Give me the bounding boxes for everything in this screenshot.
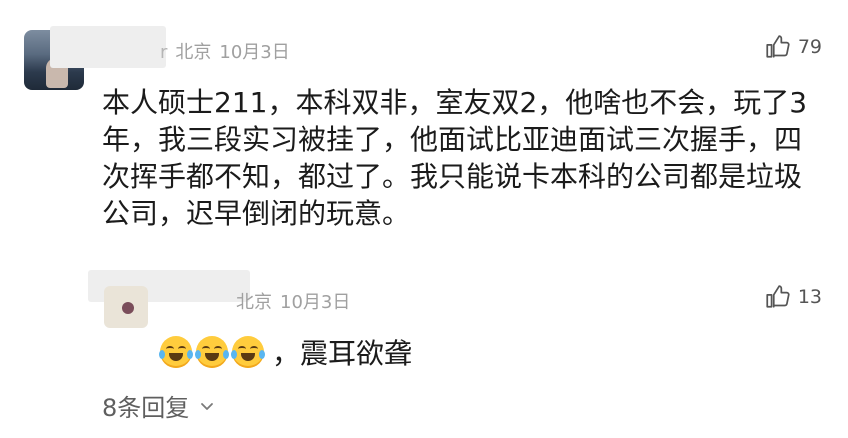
author-name-fragment: r [160,42,168,63]
reply-body: ，震耳欲聋 [159,332,413,372]
tears-of-joy-emoji-icon [159,336,193,368]
reply-text: ，震耳欲聋 [272,337,413,370]
reply-location: 北京 [236,292,272,313]
tears-of-joy-emoji-icon [195,336,229,368]
show-replies-label: 8条回复 [102,394,190,422]
comment-like-button[interactable]: 79 [764,34,822,60]
username-mask [50,26,166,68]
comment-date: 10月3日 [219,42,290,63]
reply-like-button[interactable]: 13 [764,284,822,310]
thumbs-up-icon [766,35,790,58]
comment-like-count: 79 [797,36,822,58]
reply-like-count: 13 [797,286,822,308]
avatar-mark [122,302,134,314]
show-replies-button[interactable]: 8条回复 [102,388,215,423]
reply-meta: 北京 10月3日 [236,288,350,314]
reply-date: 10月3日 [280,292,351,313]
comment-meta: r 北京 10月3日 [160,38,290,64]
comment-body: 本人硕士211，本科双非，室友双2，他啥也不会，玩了3年，我三段实习被挂了，他面… [102,86,808,230]
tears-of-joy-emoji-icon [231,336,265,368]
chevron-down-icon [201,402,214,410]
comment-location: 北京 [175,42,212,63]
thumbs-up-icon [766,285,790,308]
reply-avatar[interactable] [104,286,148,328]
